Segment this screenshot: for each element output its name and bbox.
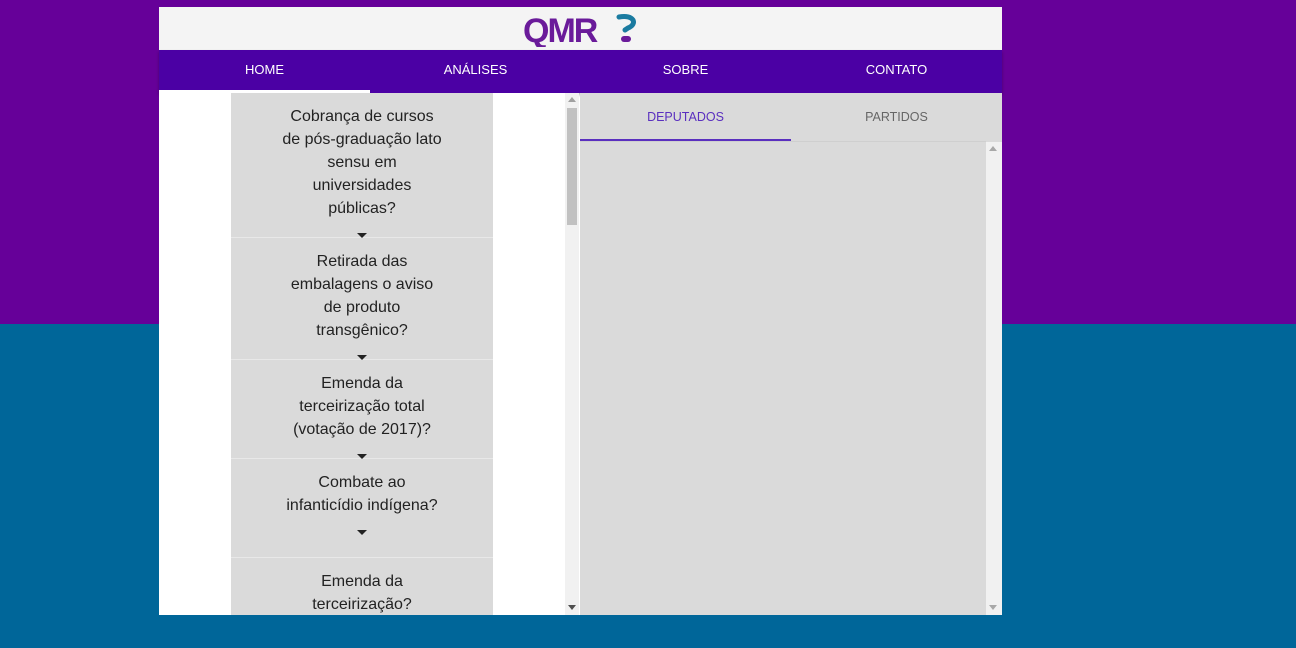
question-text: Combate ao infanticídio indígena?: [286, 474, 438, 514]
results-pane: DEPUTADOS PARTIDOS: [580, 93, 1002, 615]
app-window: QMR HOME ANÁLISES SOBRE CONTATO Cobrança…: [159, 7, 1002, 615]
nav-tab-contato[interactable]: CONTATO: [791, 50, 1002, 93]
results-scrollbar[interactable]: [986, 142, 1002, 615]
question-card[interactable]: Emenda da terceirização total (votação d…: [231, 360, 493, 459]
scrollbar-thumb[interactable]: [567, 108, 577, 225]
question-card[interactable]: Cobrança de cursos de pós-graduação lato…: [231, 93, 493, 238]
nav-tab-home[interactable]: HOME: [159, 50, 370, 93]
question-text: Emenda da terceirização?: [312, 573, 412, 613]
scroll-up-icon[interactable]: [989, 146, 997, 151]
questions-scrollbar[interactable]: [565, 93, 579, 615]
question-card[interactable]: Emenda da terceirização?: [231, 558, 493, 615]
header: QMR: [159, 7, 1002, 50]
question-card[interactable]: Retirada das embalagens o aviso de produ…: [231, 238, 493, 360]
tab-partidos[interactable]: PARTIDOS: [791, 93, 1002, 141]
question-list: Cobrança de cursos de pós-graduação lato…: [231, 93, 493, 615]
questions-pane: Cobrança de cursos de pós-graduação lato…: [159, 93, 579, 615]
main-nav: HOME ANÁLISES SOBRE CONTATO: [159, 50, 1002, 93]
logo-dot-icon: [621, 36, 631, 42]
logo-question-mark-icon: [616, 13, 636, 33]
nav-tab-analises[interactable]: ANÁLISES: [370, 50, 581, 93]
nav-tab-sobre[interactable]: SOBRE: [580, 50, 791, 93]
logo-text: QMR: [523, 12, 598, 47]
scroll-down-icon[interactable]: [568, 605, 576, 610]
question-text: Cobrança de cursos de pós-graduação lato…: [282, 108, 442, 217]
tab-deputados[interactable]: DEPUTADOS: [580, 93, 791, 141]
scroll-up-icon[interactable]: [568, 97, 576, 102]
question-text: Retirada das embalagens o aviso de produ…: [290, 253, 434, 339]
app-logo[interactable]: QMR: [522, 11, 640, 47]
question-card[interactable]: Combate ao infanticídio indígena?: [231, 459, 493, 558]
results-content: [580, 141, 986, 615]
caret-down-icon[interactable]: [357, 530, 367, 535]
question-text: Emenda da terceirização total (votação d…: [293, 375, 431, 438]
scroll-down-icon[interactable]: [989, 605, 997, 610]
